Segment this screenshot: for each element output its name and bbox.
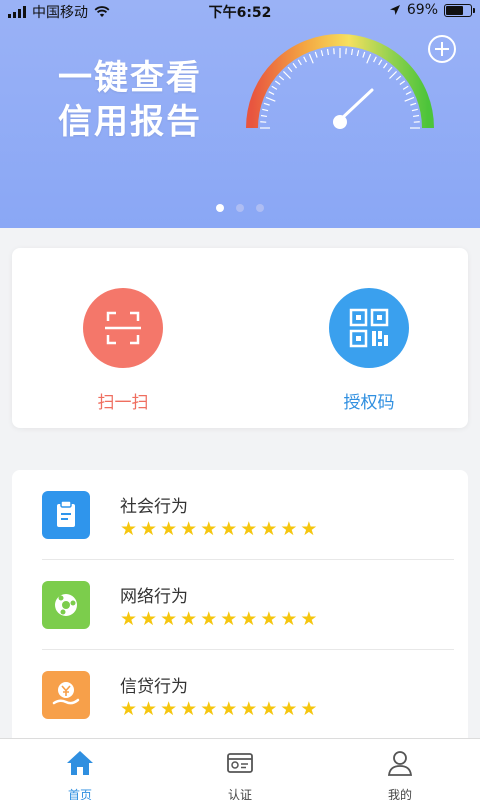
behavior-title: 信贷行为	[120, 677, 188, 697]
star-icon: ★	[260, 518, 278, 540]
tab-verify[interactable]: 认证	[160, 739, 320, 800]
star-icon: ★	[240, 518, 258, 540]
star-icon: ★	[220, 608, 238, 630]
star-icon: ★	[200, 518, 218, 540]
bottom-tab-bar: 首页 认证 我的	[0, 738, 480, 800]
star-icon: ★	[280, 608, 298, 630]
network-icon	[42, 581, 90, 629]
clipboard-icon	[42, 491, 90, 539]
auth-code-button[interactable]: 授权码	[304, 288, 434, 413]
star-icon: ★	[220, 518, 238, 540]
star-icon: ★	[300, 518, 318, 540]
star-icon: ★	[200, 698, 218, 720]
status-right: 69%	[389, 2, 475, 18]
star-icon: ★	[280, 518, 298, 540]
carousel-dot	[236, 204, 244, 212]
star-icon: ★	[120, 518, 138, 540]
behavior-list: 社会行为 ★ ★ ★ ★ ★ ★ ★ ★ ★ ★ 网络行为 ★ ★ ★ ★ ★ ★ ★ ★ ★ ★ 信贷行为 ★	[12, 470, 468, 738]
star-icon: ★	[300, 698, 318, 720]
star-icon: ★	[220, 698, 238, 720]
list-item-social[interactable]: 社会行为 ★ ★ ★ ★ ★ ★ ★ ★ ★ ★	[12, 470, 468, 560]
tab-verify-label: 认证	[227, 788, 252, 800]
behavior-title: 社会行为	[120, 497, 188, 517]
star-icon: ★	[240, 698, 258, 720]
battery-icon	[444, 3, 475, 17]
star-icon: ★	[280, 698, 298, 720]
headline-line-2: 信用报告	[58, 102, 202, 142]
star-icon: ★	[260, 608, 278, 630]
star-icon: ★	[160, 698, 178, 720]
star-icon: ★	[200, 608, 218, 630]
star-icon: ★	[180, 518, 198, 540]
star-icon: ★	[140, 608, 158, 630]
star-icon: ★	[160, 518, 178, 540]
tab-profile[interactable]: 我的	[320, 739, 480, 800]
tab-profile-label: 我的	[387, 788, 412, 800]
star-icon: ★	[160, 608, 178, 630]
id-card-icon	[227, 753, 253, 773]
banner-headline: 一键查看 信用报告	[58, 56, 202, 144]
quick-actions-card: 扫一扫 授权码	[12, 248, 468, 428]
yuan-hand-icon	[42, 671, 90, 719]
star-icon: ★	[180, 698, 198, 720]
star-icon: ★	[140, 698, 158, 720]
star-icon: ★	[180, 608, 198, 630]
star-rating: ★ ★ ★ ★ ★ ★ ★ ★ ★ ★	[120, 519, 317, 539]
star-icon: ★	[120, 698, 138, 720]
add-icon[interactable]	[428, 35, 456, 63]
user-icon	[387, 751, 413, 776]
carousel-dot	[256, 204, 264, 212]
star-icon: ★	[140, 518, 158, 540]
status-bar: 中国移动 下午6:52 69%	[0, 0, 480, 22]
star-rating: ★ ★ ★ ★ ★ ★ ★ ★ ★ ★	[120, 699, 317, 719]
carousel-dot	[216, 204, 224, 212]
scan-icon	[83, 288, 163, 368]
battery-percent: 69%	[406, 2, 438, 18]
credit-gauge-icon	[246, 34, 434, 129]
credit-report-banner[interactable]: 一键查看 信用报告	[0, 0, 480, 228]
auth-code-label: 授权码	[343, 393, 395, 413]
star-icon: ★	[240, 608, 258, 630]
scan-label: 扫一扫	[97, 393, 149, 413]
carousel-indicator	[0, 204, 480, 212]
tab-home-label: 首页	[67, 788, 92, 800]
star-rating: ★ ★ ★ ★ ★ ★ ★ ★ ★ ★	[120, 609, 317, 629]
home-icon	[67, 751, 93, 775]
list-item-network[interactable]: 网络行为 ★ ★ ★ ★ ★ ★ ★ ★ ★ ★	[12, 560, 468, 650]
behavior-title: 网络行为	[120, 587, 188, 607]
tab-home[interactable]: 首页	[0, 739, 160, 800]
location-icon	[389, 5, 400, 15]
list-item-credit[interactable]: 信贷行为 ★ ★ ★ ★ ★ ★ ★ ★ ★ ★	[12, 650, 468, 738]
qr-code-icon	[329, 288, 409, 368]
star-icon: ★	[260, 698, 278, 720]
headline-line-1: 一键查看	[58, 58, 202, 98]
star-icon: ★	[300, 608, 318, 630]
star-icon: ★	[120, 608, 138, 630]
scan-button[interactable]: 扫一扫	[58, 288, 188, 413]
